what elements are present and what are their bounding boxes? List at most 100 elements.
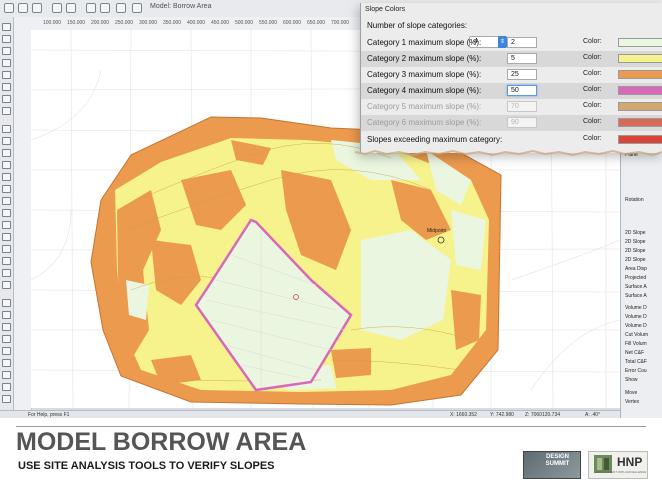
tool-icon[interactable] — [2, 95, 11, 103]
pan-icon[interactable] — [116, 3, 126, 13]
tool-icon[interactable] — [2, 35, 11, 43]
exceeding-row: Slopes exceeding maximum category: Color… — [361, 132, 662, 148]
color-swatch[interactable] — [618, 70, 662, 79]
zoom-out-icon[interactable] — [100, 3, 110, 13]
tool-icon[interactable] — [2, 71, 11, 79]
tool-icon[interactable] — [2, 323, 11, 331]
tool-icon[interactable] — [2, 161, 11, 169]
panel-item: Area Disp — [625, 266, 647, 272]
category-slope-input[interactable]: 5 — [507, 53, 537, 64]
panel-item: Vertex — [625, 399, 640, 405]
redo-icon[interactable] — [66, 3, 76, 13]
zoom-in-icon[interactable] — [86, 3, 96, 13]
panel-item: Surface A — [625, 284, 647, 290]
color-swatch[interactable] — [618, 86, 662, 95]
color-swatch[interactable] — [618, 54, 662, 63]
torn-edge-decoration — [355, 150, 662, 156]
tool-icon[interactable] — [2, 185, 11, 193]
panel-item: Fill Volum — [625, 341, 647, 347]
panel-item: Surface A — [625, 293, 647, 299]
tool-icon[interactable] — [2, 137, 11, 145]
tool-icon[interactable] — [2, 257, 11, 265]
undo-icon[interactable] — [52, 3, 62, 13]
ruler-label: 700.000 — [331, 20, 350, 26]
design-summit-logo: DESIGN SUMMIT — [523, 451, 581, 479]
ruler-label: 400.000 — [187, 20, 206, 26]
color-swatch — [618, 118, 662, 127]
window-title: Model: Borrow Area — [150, 3, 212, 10]
tool-icon[interactable] — [2, 59, 11, 67]
category-slope-input[interactable]: 50 — [507, 85, 537, 96]
panel-item: Rotation — [625, 197, 644, 203]
tool-icon[interactable] — [2, 149, 11, 157]
tool-icon[interactable] — [2, 245, 11, 253]
color-label: Color: — [583, 54, 602, 61]
color-label: Color: — [583, 118, 602, 125]
tool-icon[interactable] — [2, 347, 11, 355]
panel-item: Cut Volum — [625, 332, 649, 338]
category-slope-input[interactable]: 2 — [507, 37, 537, 48]
tool-icon[interactable] — [2, 311, 11, 319]
vertical-ruler — [14, 17, 32, 412]
category-slope-input: 70 — [507, 101, 537, 112]
panel-item: 2D Slope — [625, 257, 646, 263]
tool-icon[interactable] — [2, 221, 11, 229]
save-icon[interactable] — [32, 3, 42, 13]
hnp-logo-text: HNP — [617, 455, 643, 469]
tool-icon[interactable] — [2, 107, 11, 115]
tool-icon[interactable] — [2, 281, 11, 289]
category-label: Category 6 maximum slope (%): — [367, 118, 482, 127]
slide-footer: MODEL BORROW AREA USE SITE ANALYSIS TOOL… — [0, 418, 662, 491]
num-categories-row: Number of slope categories: 4 ⇕ — [361, 18, 662, 48]
tool-icon[interactable] — [2, 299, 11, 307]
tool-icon[interactable] — [2, 233, 11, 241]
panel-item: Net C&F — [625, 350, 645, 356]
open-file-icon[interactable] — [18, 3, 28, 13]
color-swatch[interactable] — [618, 38, 662, 47]
tool-icon[interactable] — [2, 47, 11, 55]
tool-icon[interactable] — [2, 23, 11, 31]
tool-icon[interactable] — [2, 173, 11, 181]
tool-icon[interactable] — [2, 83, 11, 91]
tool-icon[interactable] — [2, 371, 11, 379]
panel-item: Volume D — [625, 323, 647, 329]
panel-item: Error Cou — [625, 368, 647, 374]
midpoint-label: Midpoint — [427, 228, 447, 234]
new-file-icon[interactable] — [4, 3, 14, 13]
tool-icon[interactable] — [2, 125, 11, 133]
panel-item: Total C&F — [625, 359, 647, 365]
panel-item[interactable]: Show — [625, 377, 638, 383]
tool-icon[interactable] — [2, 359, 11, 367]
ruler-label: 250.000 — [115, 20, 134, 26]
slope-colors-dialog: Slope Colors Number of slope categories:… — [360, 3, 662, 153]
exceeding-color-swatch[interactable] — [618, 135, 662, 144]
tool-icon[interactable] — [2, 197, 11, 205]
panel-item: 2D Slope — [625, 239, 646, 245]
category-row: Category 1 maximum slope (%): 2 Color: — [361, 35, 662, 51]
color-label: Color: — [583, 86, 602, 93]
slide-title: MODEL BORROW AREA — [16, 428, 307, 456]
tool-icon[interactable] — [2, 209, 11, 217]
tool-palette — [0, 17, 14, 417]
tool-icon[interactable] — [2, 395, 11, 403]
select-icon[interactable] — [132, 3, 142, 13]
category-slope-input: 90 — [507, 117, 537, 128]
category-row: Category 3 maximum slope (%): 25 Color: — [361, 67, 662, 83]
tool-icon[interactable] — [2, 335, 11, 343]
design-summit-logo-text: DESIGN SUMMIT — [545, 454, 570, 467]
category-slope-input[interactable]: 25 — [507, 69, 537, 80]
slide-subtitle: USE SITE ANALYSIS TOOLS TO VERIFY SLOPES — [18, 460, 275, 472]
panel-item: 2D Slope — [625, 248, 646, 254]
tool-icon[interactable] — [2, 269, 11, 277]
color-label: Color: — [583, 38, 602, 45]
panel-item: Move — [625, 390, 638, 396]
color-label: Color: — [583, 135, 602, 142]
tool-icon[interactable] — [2, 383, 11, 391]
ruler-label: 100.000 — [43, 20, 62, 26]
color-swatch — [618, 102, 662, 111]
exceeding-label: Slopes exceeding maximum category: — [367, 135, 503, 144]
panel-item: Projected — [625, 275, 647, 281]
panel-item: Volume D — [625, 305, 647, 311]
hnp-logo: HNP ENVIRONMENT WITH EXCELLENCE — [588, 451, 648, 479]
ruler-label: 300.000 — [139, 20, 158, 26]
